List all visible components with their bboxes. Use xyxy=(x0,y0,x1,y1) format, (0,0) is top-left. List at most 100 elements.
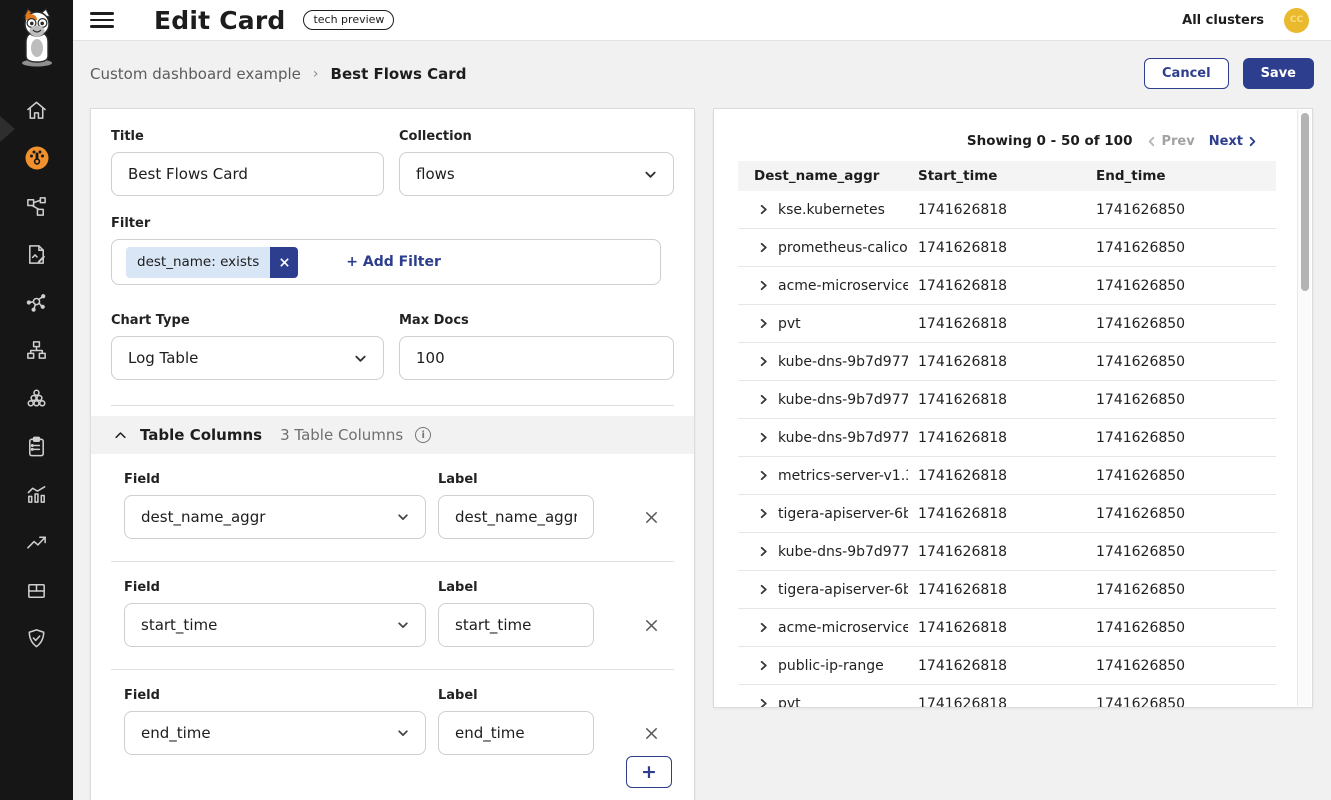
cell-start-time: 1741626818 xyxy=(918,392,1096,408)
avatar[interactable]: CC xyxy=(1284,8,1309,33)
sidebar-item-dashboard[interactable] xyxy=(0,134,73,182)
expand-row-chevron-icon[interactable] xyxy=(758,432,769,443)
preview-scrollbar-track[interactable] xyxy=(1297,110,1311,706)
cancel-button[interactable]: Cancel xyxy=(1144,58,1229,89)
calico-cat-logo[interactable] xyxy=(0,8,73,68)
expand-row-chevron-icon[interactable] xyxy=(758,280,769,291)
table-row[interactable]: pvt 1741626818 1741626850 xyxy=(738,685,1276,708)
table-columns-list: Field dest_name_aggr Label xyxy=(111,454,674,777)
prev-page-button[interactable]: Prev xyxy=(1146,134,1194,149)
chart-type-label: Chart Type xyxy=(111,313,384,328)
sidebar-item-analytics[interactable] xyxy=(0,470,73,518)
table-row[interactable]: metrics-server-v1.3… 1741626818 17416268… xyxy=(738,457,1276,495)
field-select[interactable]: start_time xyxy=(124,603,426,647)
label-input[interactable] xyxy=(438,495,594,539)
table-body: kse.kubernetes 1741626818 1741626850 pro… xyxy=(738,191,1276,708)
table-row[interactable]: pvt 1741626818 1741626850 xyxy=(738,305,1276,343)
table-row[interactable]: kube-dns-9b7d977f… 1741626818 1741626850 xyxy=(738,419,1276,457)
next-page-button[interactable]: Next xyxy=(1209,134,1258,149)
cell-dest-name-aggr: pvt xyxy=(778,696,801,709)
table-row[interactable]: kube-dns-9b7d977f… 1741626818 1741626850 xyxy=(738,533,1276,571)
expand-row-chevron-icon[interactable] xyxy=(758,546,769,557)
expand-row-chevron-icon[interactable] xyxy=(758,470,769,481)
cluster-selector[interactable]: All clusters xyxy=(1182,13,1264,28)
cell-dest-name-aggr: kse.kubernetes xyxy=(778,202,885,218)
cell-end-time: 1741626850 xyxy=(1096,202,1276,218)
expand-row-chevron-icon[interactable] xyxy=(758,622,769,633)
add-column-button[interactable]: + xyxy=(626,756,672,788)
preview-scrollbar-thumb[interactable] xyxy=(1301,113,1309,291)
info-icon[interactable]: i xyxy=(415,427,431,443)
table-row[interactable]: acme-microservice… 1741626818 1741626850 xyxy=(738,267,1276,305)
table-row[interactable]: kse.kubernetes 1741626818 1741626850 xyxy=(738,191,1276,229)
chevron-right-icon xyxy=(1247,136,1258,147)
table-row[interactable]: tigera-apiserver-6b… 1741626818 17416268… xyxy=(738,571,1276,609)
expand-row-chevron-icon[interactable] xyxy=(758,242,769,253)
sidebar-item-policy-editor[interactable] xyxy=(0,230,73,278)
chart-type-select[interactable]: Log Table xyxy=(111,336,384,380)
hamburger-menu-icon[interactable] xyxy=(90,12,114,28)
cell-end-time: 1741626850 xyxy=(1096,240,1276,256)
table-row[interactable]: kube-dns-9b7d977f… 1741626818 1741626850 xyxy=(738,381,1276,419)
table-column-row: Field dest_name_aggr Label xyxy=(111,454,674,561)
table-row[interactable]: acme-microservice… 1741626818 1741626850 xyxy=(738,609,1276,647)
collection-select[interactable]: flows xyxy=(399,152,674,196)
chevron-up-icon[interactable] xyxy=(113,428,128,443)
sidebar-item-topology[interactable] xyxy=(0,326,73,374)
table-column-row: Field end_time Label xyxy=(111,669,674,777)
expand-row-chevron-icon[interactable] xyxy=(758,356,769,367)
cell-start-time: 1741626818 xyxy=(918,582,1096,598)
cell-end-time: 1741626850 xyxy=(1096,430,1276,446)
table-row[interactable]: public-ip-range 1741626818 1741626850 xyxy=(738,647,1276,685)
sidebar-item-service-graph[interactable] xyxy=(0,182,73,230)
sidebar-item-security[interactable] xyxy=(0,614,73,662)
sidebar-item-cluster[interactable] xyxy=(0,374,73,422)
expand-row-chevron-icon[interactable] xyxy=(758,204,769,215)
close-icon xyxy=(279,257,290,268)
max-docs-input[interactable] xyxy=(399,336,674,380)
expand-row-chevron-icon[interactable] xyxy=(758,698,769,708)
expand-row-chevron-icon[interactable] xyxy=(758,318,769,329)
remove-column-button[interactable] xyxy=(644,495,659,539)
max-docs-label: Max Docs xyxy=(399,313,674,328)
trends-icon xyxy=(25,531,48,554)
inventory-icon xyxy=(25,579,48,602)
cell-dest-name-aggr: acme-microservice… xyxy=(778,620,908,636)
cell-dest-name-aggr: acme-microservice… xyxy=(778,278,908,294)
breadcrumb-parent[interactable]: Custom dashboard example xyxy=(90,65,301,83)
save-button[interactable]: Save xyxy=(1243,58,1314,89)
sidebar-item-inventory[interactable] xyxy=(0,566,73,614)
sidebar-item-home[interactable] xyxy=(0,86,73,134)
remove-column-button[interactable] xyxy=(644,711,659,755)
table-row[interactable]: tigera-apiserver-6b… 1741626818 17416268… xyxy=(738,495,1276,533)
add-filter-link[interactable]: + Add Filter xyxy=(346,254,441,270)
table-columns-header[interactable]: Table Columns 3 Table Columns i xyxy=(91,416,694,454)
cell-end-time: 1741626850 xyxy=(1096,354,1276,370)
label-label: Label xyxy=(438,472,594,487)
sidebar-item-compliance[interactable] xyxy=(0,422,73,470)
table-row[interactable]: prometheus-calico… 1741626818 1741626850 xyxy=(738,229,1276,267)
expand-row-chevron-icon[interactable] xyxy=(758,660,769,671)
label-label: Label xyxy=(438,580,594,595)
sidebar-item-trends[interactable] xyxy=(0,518,73,566)
filter-chip-remove-button[interactable] xyxy=(270,247,298,278)
column-header-end-time[interactable]: End_time xyxy=(1096,168,1276,184)
sidebar-item-connections[interactable] xyxy=(0,278,73,326)
field-select[interactable]: end_time xyxy=(124,711,426,755)
cell-end-time: 1741626850 xyxy=(1096,316,1276,332)
connections-icon xyxy=(25,291,48,314)
label-input[interactable] xyxy=(438,711,594,755)
expand-row-chevron-icon[interactable] xyxy=(758,394,769,405)
table-row[interactable]: kube-dns-9b7d977f… 1741626818 1741626850 xyxy=(738,343,1276,381)
field-select[interactable]: dest_name_aggr xyxy=(124,495,426,539)
title-input[interactable] xyxy=(111,152,384,196)
expand-row-chevron-icon[interactable] xyxy=(758,508,769,519)
expand-row-chevron-icon[interactable] xyxy=(758,584,769,595)
filter-input[interactable]: dest_name: exists + Add Filter xyxy=(111,239,661,285)
cell-dest-name-aggr: kube-dns-9b7d977f… xyxy=(778,392,908,408)
label-input[interactable] xyxy=(438,603,594,647)
remove-column-button[interactable] xyxy=(644,603,659,647)
showing-count: Showing 0 - 50 of 100 xyxy=(967,133,1133,149)
column-header-start-time[interactable]: Start_time xyxy=(918,168,1096,184)
column-header-dest-name-aggr[interactable]: Dest_name_aggr xyxy=(738,168,918,184)
